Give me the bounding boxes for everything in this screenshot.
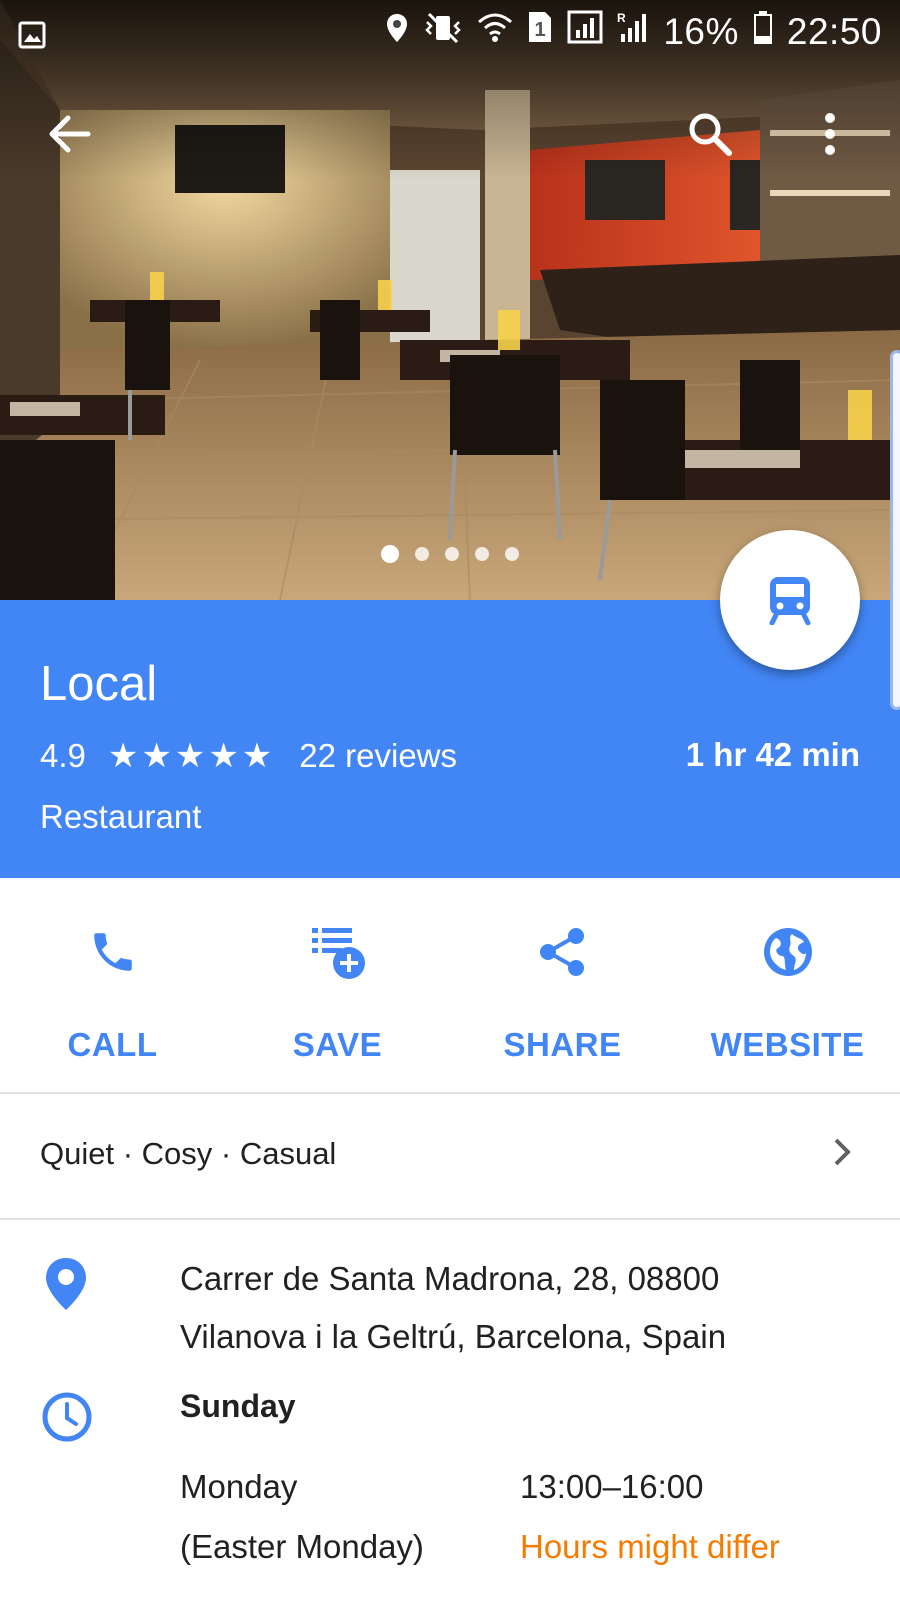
- back-button[interactable]: [40, 104, 100, 164]
- pager-dot[interactable]: [445, 547, 459, 561]
- back-arrow-icon: [49, 115, 91, 153]
- review-count[interactable]: 22 reviews: [299, 737, 457, 775]
- place-title: Local: [40, 657, 158, 711]
- share-label: SHARE: [503, 1026, 622, 1063]
- travel-time: 1 hr 42 min: [685, 736, 860, 773]
- divider: [0, 1218, 900, 1220]
- atmosphere-tags: Quiet · Cosy · Casual: [40, 1136, 337, 1171]
- transit-icon: [769, 577, 811, 625]
- battery-percentage: 16%: [663, 10, 739, 52]
- pager-dot[interactable]: [415, 547, 429, 561]
- svg-text:R: R: [617, 11, 626, 25]
- action-bar: CALL SAVE SHARE WEBSITE: [0, 878, 900, 1092]
- place-category: Restaurant: [40, 798, 202, 835]
- star-rating: ★★★★★: [107, 736, 276, 776]
- search-button[interactable]: [680, 104, 740, 164]
- call-button[interactable]: CALL: [0, 878, 225, 1092]
- pager-dot[interactable]: [475, 547, 489, 561]
- battery-icon: [753, 10, 773, 53]
- address-line-2: Vilanova i la Geltrú, Barcelona, Spain: [180, 1318, 727, 1355]
- rating-row[interactable]: 4.9 ★★★★★ 22 reviews: [40, 736, 457, 776]
- chevron-right-icon: [832, 1136, 852, 1173]
- website-label: WEBSITE: [710, 1026, 865, 1063]
- roaming-signal-icon: R: [617, 10, 649, 53]
- playlist-add-icon: [308, 922, 368, 982]
- status-bar: 1 R 16% 22:50: [0, 0, 900, 60]
- gallery-icon: [18, 16, 46, 58]
- vibrate-off-icon: [423, 11, 463, 53]
- more-vert-icon: [825, 113, 835, 155]
- rating-value: 4.9: [40, 737, 86, 774]
- atmosphere-tags-row[interactable]: Quiet · Cosy · Casual: [0, 1094, 900, 1218]
- globe-icon: [758, 922, 818, 982]
- hours-warning: Hours might differ: [520, 1528, 780, 1565]
- call-label: CALL: [67, 1026, 158, 1063]
- address-line-1: Carrer de Santa Madrona, 28, 08800: [180, 1260, 720, 1297]
- hours-day-label: (Easter Monday): [180, 1528, 424, 1565]
- more-options-button[interactable]: [800, 104, 860, 164]
- wifi-icon: [477, 11, 513, 53]
- phone-icon: [83, 922, 143, 982]
- sim-1-icon: 1: [527, 10, 553, 53]
- save-label: SAVE: [292, 1026, 383, 1063]
- hours-today[interactable]: Sunday: [180, 1388, 296, 1425]
- map-pin-icon: [40, 1256, 92, 1317]
- place-photo[interactable]: [0, 0, 900, 600]
- hours-day-label: Monday: [180, 1468, 298, 1505]
- website-button[interactable]: WEBSITE: [675, 878, 900, 1092]
- share-icon: [533, 922, 593, 982]
- share-button[interactable]: SHARE: [450, 878, 675, 1092]
- save-button[interactable]: SAVE: [225, 878, 450, 1092]
- search-icon: [689, 113, 732, 156]
- clock: 22:50: [786, 10, 882, 52]
- svg-text:1: 1: [535, 19, 546, 41]
- pager-dot[interactable]: [381, 545, 399, 563]
- clock-icon: [40, 1390, 94, 1449]
- location-icon: [385, 11, 409, 53]
- hours-time: 13:00–16:00: [520, 1468, 704, 1505]
- edge-panel-handle[interactable]: [890, 350, 900, 710]
- directions-fab[interactable]: [720, 530, 860, 670]
- address[interactable]: Carrer de Santa Madrona, 28, 08800 Vilan…: [180, 1250, 860, 1366]
- signal-icon: [567, 10, 603, 53]
- pager-dot[interactable]: [505, 547, 519, 561]
